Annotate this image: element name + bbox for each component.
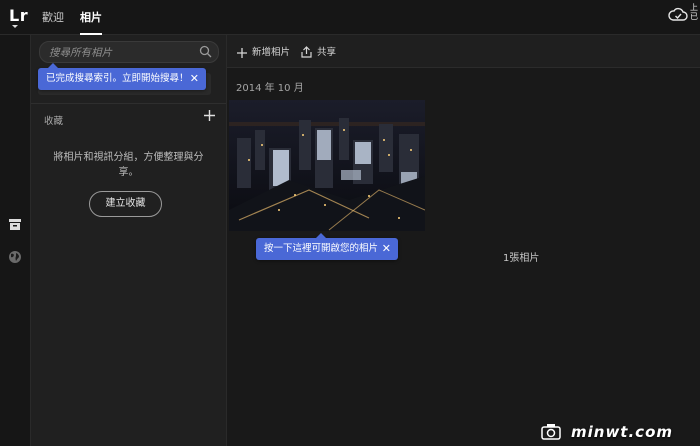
open-photo-tip: 按一下這裡可開啟您的相片 ✕ — [256, 233, 398, 260]
share-button[interactable]: 共享 — [301, 44, 336, 58]
main-area: 新增相片 共享 2014 年 10 月 按一下這裡可開啟您的相片 ✕ 1張相片 — [227, 35, 700, 446]
date-group-header: 2014 年 10 月 — [236, 83, 304, 94]
cloud-status-line: 上 已 — [690, 3, 698, 21]
left-rail — [0, 35, 31, 446]
search-index-tip-text: 已完成搜尋索引。立即開始搜尋！ — [46, 73, 189, 84]
photo-thumbnail[interactable] — [229, 100, 425, 231]
photo-toolbar: 新增相片 共享 — [227, 35, 700, 68]
logo-menu-caret-icon[interactable] — [12, 25, 18, 28]
search-icon[interactable] — [199, 45, 212, 58]
tab-photos[interactable]: 相片 — [80, 9, 102, 35]
plus-icon — [204, 110, 215, 121]
close-icon[interactable]: ✕ — [382, 238, 391, 260]
share-label: 共享 — [317, 47, 337, 58]
top-bar: Lr 歡迎 相片 上 已 — [0, 0, 700, 35]
search-index-tip: 已完成搜尋索引。立即開始搜尋！ ✕ — [38, 63, 206, 90]
tip-arrow — [316, 233, 326, 238]
globe-icon[interactable] — [8, 250, 22, 264]
side-panel: 搜尋所有相片 收藏 將相片和視訊分組，方便整理與分享。 建立收藏 — [31, 35, 227, 446]
add-photos-label: 新增相片 — [252, 47, 291, 58]
tab-welcome[interactable]: 歡迎 — [42, 9, 64, 25]
app-logo[interactable]: Lr — [9, 6, 28, 25]
collections-title: 收藏 — [44, 116, 64, 127]
tip-arrow — [48, 63, 58, 68]
cloud-status-label: 上 已 — [690, 3, 700, 21]
watermark-logo-icon — [541, 424, 561, 440]
search-input[interactable]: 搜尋所有相片 — [39, 41, 219, 63]
open-photo-tip-text: 按一下這裡可開啟您的相片 — [264, 243, 379, 254]
search-placeholder: 搜尋所有相片 — [49, 47, 112, 59]
section-divider — [31, 103, 226, 104]
close-icon[interactable]: ✕ — [190, 68, 199, 90]
watermark-text: minwt.com — [571, 423, 674, 441]
add-photos-button[interactable]: 新增相片 — [237, 44, 290, 58]
photo-count: 1張相片 — [503, 253, 540, 264]
create-collection-button[interactable]: 建立收藏 — [89, 191, 162, 217]
collections-empty-message: 將相片和視訊分組，方便整理與分享。 — [53, 152, 204, 178]
add-collection-button[interactable] — [204, 108, 215, 125]
cloud-check-icon[interactable] — [668, 6, 688, 24]
city-night-photo — [229, 100, 425, 231]
plus-icon — [237, 48, 247, 58]
share-icon — [301, 46, 312, 58]
library-icon[interactable] — [8, 217, 22, 231]
